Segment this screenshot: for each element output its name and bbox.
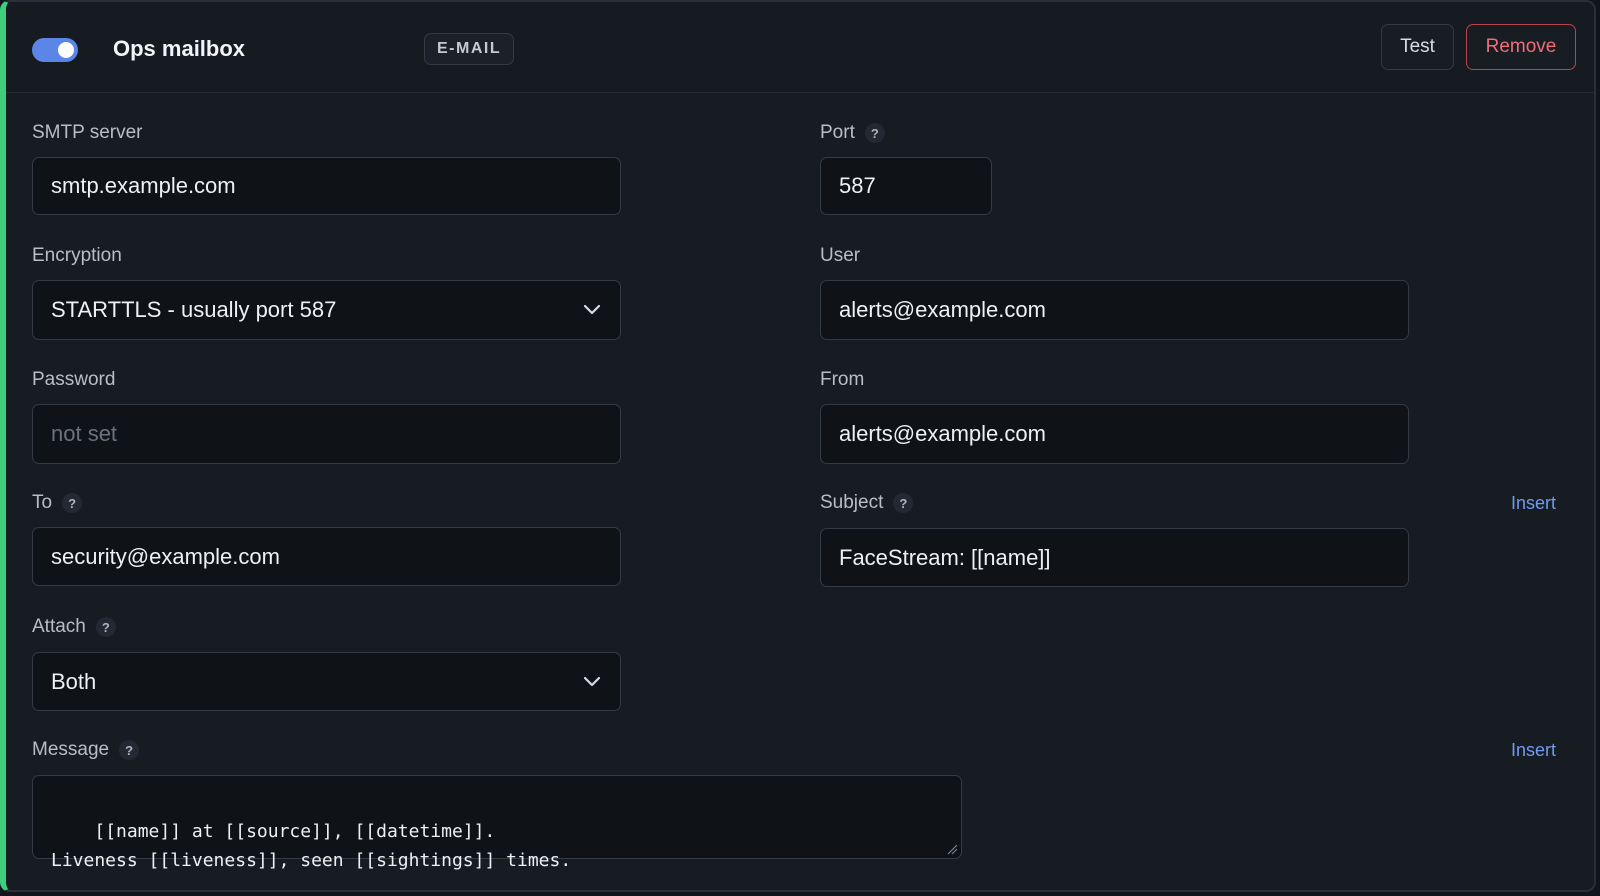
to-label: To ? [32, 492, 83, 514]
user-input[interactable] [820, 280, 1409, 340]
email-channel-card: Ops mailbox E-MAIL Test Remove SMTP serv… [0, 0, 1596, 892]
encryption-select[interactable]: STARTTLS - usually port 587 [32, 280, 621, 340]
port-help-icon[interactable]: ? [864, 123, 885, 143]
enabled-toggle[interactable] [32, 38, 78, 62]
subject-label: Subject ? [820, 492, 914, 514]
smtp-server-input[interactable] [32, 157, 621, 215]
password-input[interactable] [32, 404, 621, 464]
user-label: User [820, 245, 860, 267]
attach-selected-value: Both [51, 668, 97, 694]
resize-grip-icon[interactable] [946, 843, 958, 855]
subject-insert-link[interactable]: Insert [1511, 493, 1556, 514]
subject-input[interactable] [820, 528, 1409, 587]
smtp-server-label-text: SMTP server [32, 122, 143, 143]
channel-type-badge: E-MAIL [424, 33, 515, 65]
attach-label: Attach ? [32, 616, 116, 638]
message-textarea[interactable]: [[name]] at [[source]], [[datetime]]. Li… [32, 775, 962, 871]
attach-select[interactable]: Both [32, 652, 621, 711]
password-label: Password [32, 369, 115, 391]
attach-label-text: Attach [32, 616, 86, 637]
chevron-down-icon [582, 672, 602, 692]
channel-title: Ops mailbox [113, 36, 246, 61]
attach-help-icon[interactable]: ? [95, 617, 116, 637]
message-insert-link[interactable]: Insert [1511, 740, 1556, 761]
port-input[interactable] [820, 157, 992, 215]
message-label: Message ? [32, 739, 140, 761]
port-label: Port ? [820, 122, 885, 144]
smtp-server-label: SMTP server [32, 122, 143, 144]
to-input[interactable] [32, 527, 621, 586]
to-label-text: To [32, 492, 53, 513]
from-label-text: From [820, 369, 865, 390]
subject-help-icon[interactable]: ? [893, 493, 914, 513]
from-input[interactable] [820, 404, 1409, 464]
message-help-icon[interactable]: ? [119, 740, 140, 760]
encryption-selected-value: STARTTLS - usually port 587 [51, 297, 337, 322]
to-help-icon[interactable]: ? [62, 493, 83, 513]
password-label-text: Password [32, 369, 116, 390]
encryption-label: Encryption [32, 245, 122, 267]
from-label: From [820, 369, 864, 391]
chevron-down-icon [582, 300, 602, 320]
user-label-text: User [820, 245, 861, 266]
subject-label-text: Subject [820, 492, 884, 513]
port-label-text: Port [820, 122, 855, 143]
toggle-knob-icon [58, 42, 74, 58]
card-header: Ops mailbox E-MAIL Test Remove [6, 2, 1594, 93]
encryption-label-text: Encryption [32, 245, 122, 266]
message-label-text: Message [32, 739, 110, 760]
message-text: [[name]] at [[source]], [[datetime]]. Li… [51, 821, 572, 871]
test-button[interactable]: Test [1381, 24, 1454, 70]
remove-button[interactable]: Remove [1466, 24, 1576, 70]
